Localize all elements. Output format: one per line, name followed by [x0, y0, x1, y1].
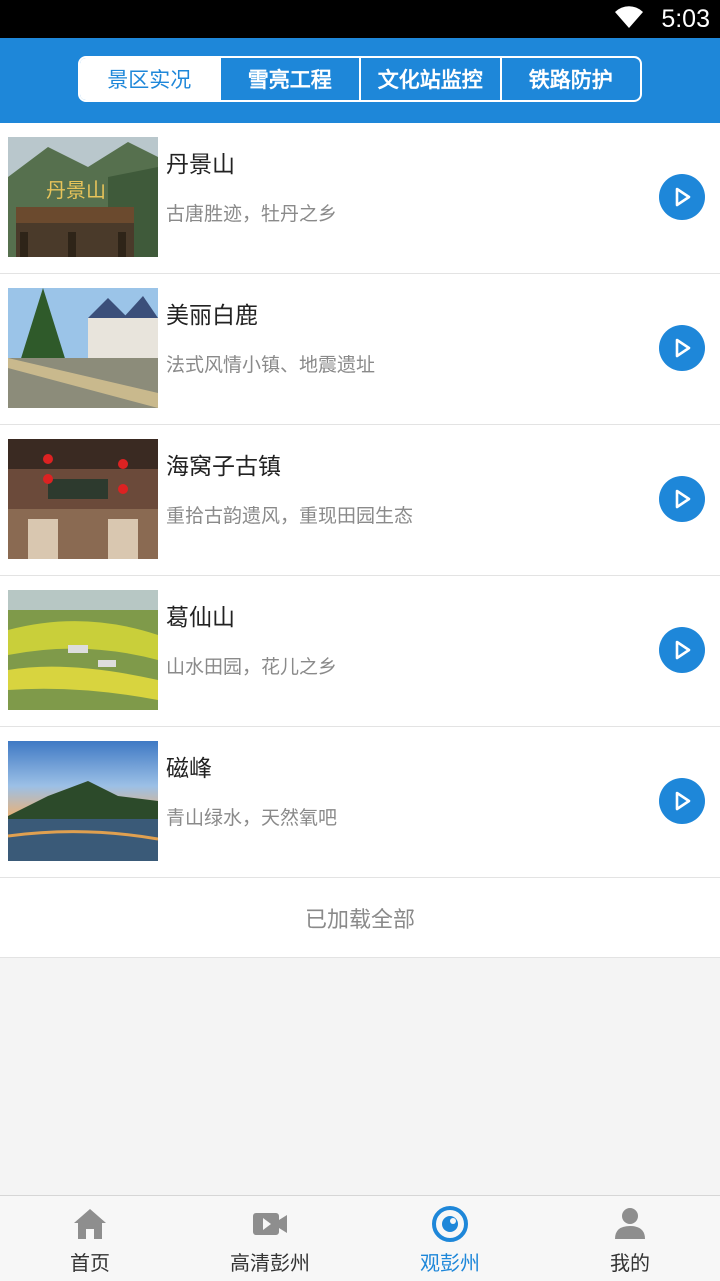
tab-scenic-live[interactable]: 景区实况 [80, 58, 219, 100]
item-title: 海窝子古镇 [166, 454, 281, 480]
play-button[interactable] [659, 778, 705, 824]
home-icon [74, 1209, 106, 1239]
thumbnail-danjingshan: 丹景山 [8, 137, 158, 257]
scenic-list: 丹景山 丹景山 古唐胜迹，牡丹之乡 美丽白鹿 法式风情小镇、地震遗址 海窝子古镇… [0, 123, 720, 958]
nav-label: 首页 [70, 1251, 110, 1275]
item-title: 美丽白鹿 [166, 303, 258, 329]
play-icon [675, 489, 691, 509]
wifi-icon [615, 6, 643, 28]
play-icon [675, 338, 691, 358]
top-bar: 景区实况 雪亮工程 文化站监控 铁路防护 [0, 38, 720, 123]
status-time: 5:03 [661, 5, 710, 33]
nav-item-home[interactable]: 首页 [0, 1196, 180, 1281]
play-button[interactable] [659, 627, 705, 673]
thumbnail-bailu [8, 288, 158, 408]
list-item[interactable]: 丹景山 丹景山 古唐胜迹，牡丹之乡 [0, 123, 720, 274]
tab-culture-station[interactable]: 文化站监控 [359, 58, 500, 100]
list-item[interactable]: 葛仙山 山水田园，花儿之乡 [0, 576, 720, 727]
nav-label: 我的 [610, 1251, 650, 1275]
thumbnail-gexianshan [8, 590, 158, 710]
thumbnail-cifeng [8, 741, 158, 861]
person-icon [615, 1208, 645, 1239]
play-icon [675, 640, 691, 660]
bottom-nav: 首页 高清彭州 观彭州 我的 [0, 1195, 720, 1281]
load-all-status: 已加载全部 [0, 878, 720, 958]
nav-item-watch-pengzhou[interactable]: 观彭州 [360, 1196, 540, 1281]
item-description: 古唐胜迹，牡丹之乡 [166, 203, 338, 225]
item-description: 重拾古韵遗风，重现田园生态 [166, 505, 414, 527]
item-title: 磁峰 [166, 756, 212, 782]
list-item[interactable]: 美丽白鹿 法式风情小镇、地震遗址 [0, 274, 720, 425]
nav-label: 观彭州 [420, 1251, 480, 1275]
nav-item-mine[interactable]: 我的 [540, 1196, 720, 1281]
play-button[interactable] [659, 476, 705, 522]
list-item[interactable]: 海窝子古镇 重拾古韵遗风，重现田园生态 [0, 425, 720, 576]
video-camera-icon [253, 1213, 287, 1235]
tab-sharp-eyes[interactable]: 雪亮工程 [218, 58, 360, 100]
segmented-tabs: 景区实况 雪亮工程 文化站监控 铁路防护 [78, 56, 642, 102]
item-title: 丹景山 [166, 152, 235, 178]
play-icon [675, 187, 691, 207]
item-description: 山水田园，花儿之乡 [166, 656, 338, 678]
thumbnail-haiwozi [8, 439, 158, 559]
play-button[interactable] [659, 174, 705, 220]
list-item[interactable]: 磁峰 青山绿水，天然氧吧 [0, 727, 720, 878]
play-button[interactable] [659, 325, 705, 371]
item-description: 青山绿水，天然氧吧 [166, 807, 338, 829]
tab-railway-protection[interactable]: 铁路防护 [499, 58, 641, 100]
item-title: 葛仙山 [166, 605, 235, 631]
status-bar: 5:03 [0, 0, 720, 38]
item-description: 法式风情小镇、地震遗址 [166, 354, 376, 376]
eye-icon [432, 1206, 468, 1242]
play-icon [675, 791, 691, 811]
svg-text:丹景山: 丹景山 [46, 178, 106, 202]
nav-label: 高清彭州 [230, 1251, 310, 1275]
nav-item-hd-pengzhou[interactable]: 高清彭州 [180, 1196, 360, 1281]
